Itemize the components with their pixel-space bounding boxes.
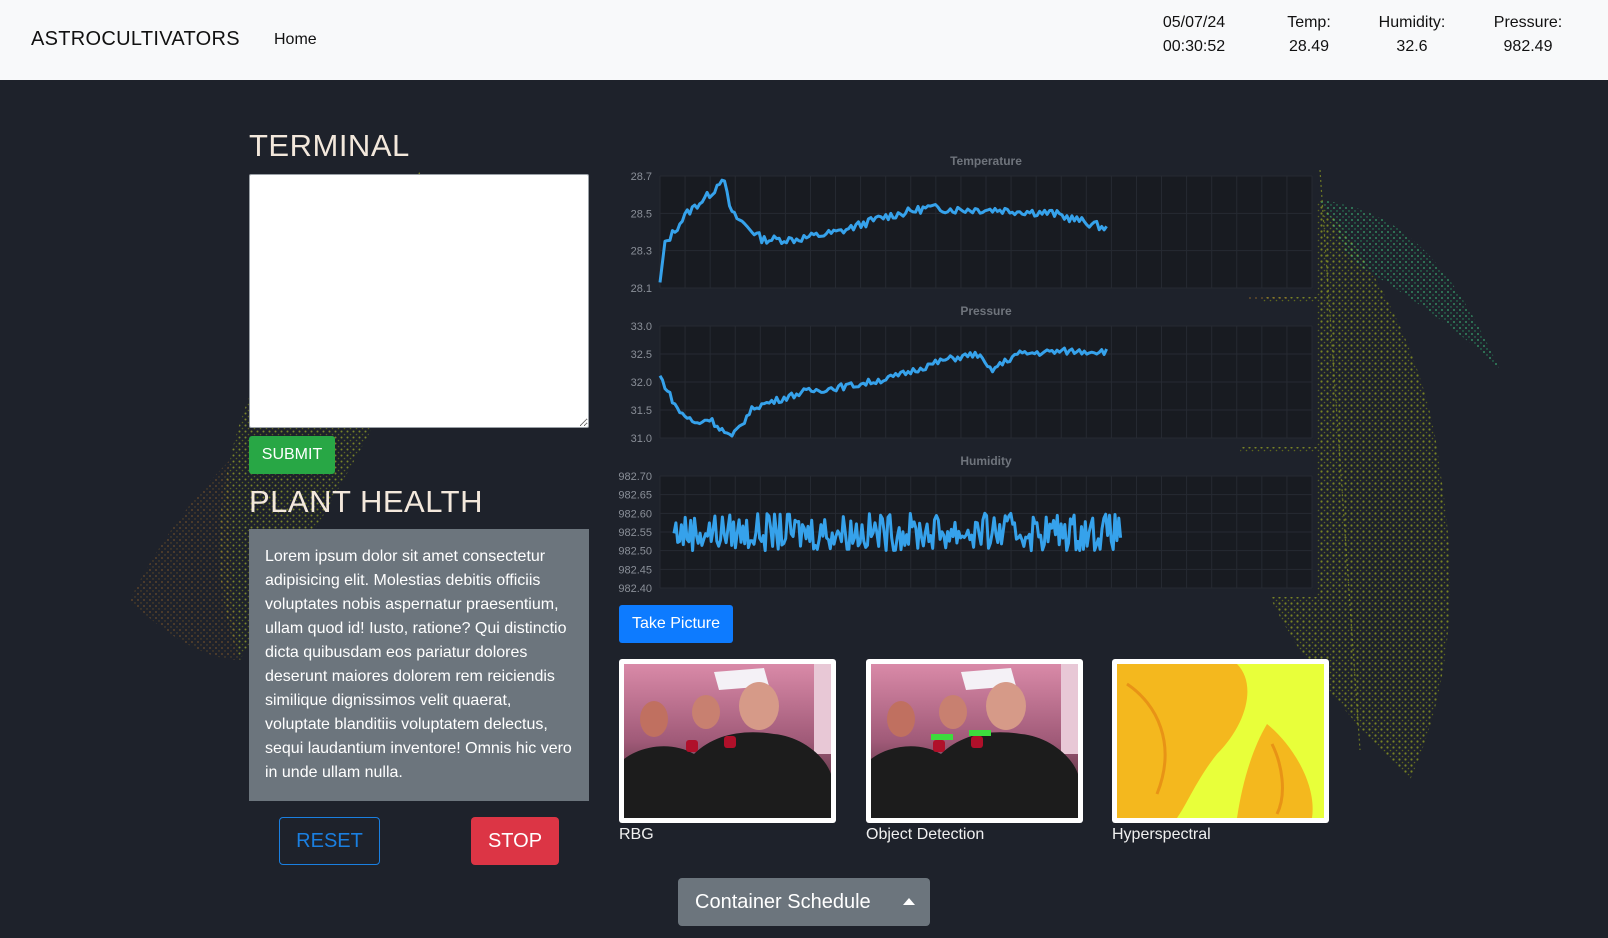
container-schedule-label: Container Schedule [695,890,871,913]
navbar: ASTROCULTIVATORS Home 05/07/24 00:30:52 … [0,0,1608,80]
y-tick-label: 28.5 [631,208,652,220]
y-tick-label: 33.0 [631,321,652,333]
caret-up-icon [903,898,915,905]
y-tick-label: 31.0 [631,433,652,445]
chart-title: Temperature [950,154,1022,168]
temperature-chart: 28.7 28.5 28.3 28.1 Temperature [612,152,1317,297]
y-tick-label: 32.5 [631,349,652,361]
hyperspectral-image-frame[interactable] [1112,659,1329,823]
rgb-image-label: RBG [619,826,654,843]
chart-title: Humidity [960,454,1012,468]
rgb-image [624,664,831,818]
temp-label: Temp: [1287,14,1331,31]
reset-button[interactable]: RESET [279,817,380,865]
plant-health-title: PLANT HEALTH [249,484,483,519]
container-schedule-dropdown[interactable]: Container Schedule [678,878,930,926]
chart-title: Pressure [960,304,1012,318]
date-text: 05/07/24 [1162,14,1226,31]
take-picture-button[interactable]: Take Picture [619,605,733,643]
time-text: 00:30:52 [1162,38,1226,55]
hyperspectral-image-label: Hyperspectral [1112,826,1211,843]
pressure-label: Pressure: [1493,14,1563,31]
y-tick-label: 982.50 [618,546,652,558]
plant-health-panel: Lorem ipsum dolor sit amet consectetur a… [249,529,589,801]
object-detection-image-label: Object Detection [866,826,985,843]
y-tick-label: 982.45 [618,564,652,576]
terminal-title: TERMINAL [249,128,410,163]
humidity-readout: Humidity: 32.6 [1376,11,1448,59]
temp-value: 28.49 [1288,38,1330,55]
temp-readout: Temp: 28.49 [1282,11,1336,59]
stop-button[interactable]: STOP [471,817,559,865]
y-tick-label: 982.60 [618,508,652,520]
pressure-readout: Pressure: 982.49 [1492,11,1564,59]
brand-logo[interactable]: ASTROCULTIVATORS [31,28,240,51]
humidity-chart-svg: 982.70 982.65 982.60 982.55 982.50 982.45 982.… [612,452,1317,597]
nav-home-link[interactable]: Home [274,31,317,49]
pressure-chart-svg: 33.0 32.5 32.0 31.5 31.0 Pressure [612,302,1317,447]
y-tick-label: 982.55 [618,527,652,539]
rgb-image-frame[interactable] [619,659,836,823]
object-detection-image-frame[interactable] [866,659,1083,823]
y-tick-label: 28.3 [631,246,652,258]
temperature-chart-svg: 28.7 28.5 28.3 28.1 Temperature [612,152,1317,297]
plant-health-text: Lorem ipsum dolor sit amet consectetur a… [265,548,572,781]
y-tick-label: 982.40 [618,583,652,595]
pressure-value: 982.49 [1503,38,1553,55]
y-tick-label: 31.5 [631,405,652,417]
y-tick-label: 28.1 [631,283,652,295]
hyperspectral-image [1117,664,1324,818]
humidity-label: Humidity: [1378,14,1446,31]
y-tick-label: 982.70 [618,471,652,483]
submit-button[interactable]: SUBMIT [249,436,335,474]
y-tick-label: 32.0 [631,377,652,389]
pressure-chart: 33.0 32.5 32.0 31.5 31.0 Pressure [612,302,1317,447]
terminal-input[interactable] [249,174,589,428]
y-tick-label: 28.7 [631,171,652,183]
humidity-value: 32.6 [1396,38,1428,55]
object-detection-image [871,664,1078,818]
y-tick-label: 982.65 [618,490,652,502]
humidity-chart: 982.70 982.65 982.60 982.55 982.50 982.45 982.… [612,452,1317,597]
datetime-readout: 05/07/24 00:30:52 [1162,11,1226,59]
